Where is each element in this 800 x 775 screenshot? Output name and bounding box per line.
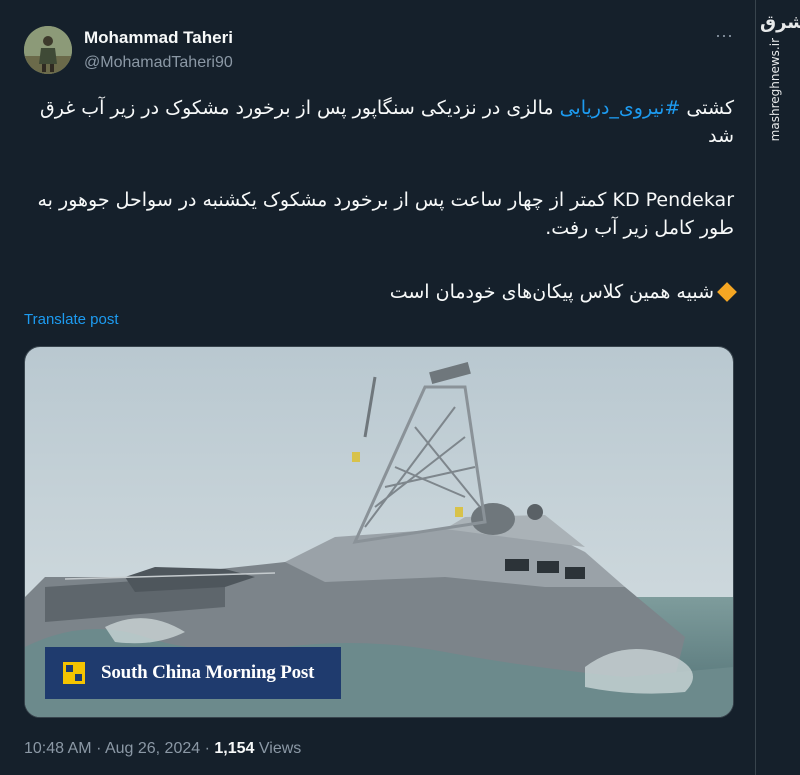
scmp-badge: South China Morning Post (45, 647, 341, 699)
tweet-paragraph-1: کشتی #نیروی_دریایی مالزی در نزدیکی سنگاپ… (24, 94, 734, 150)
scmp-logo-icon (63, 662, 85, 684)
translate-post-link[interactable]: Translate post (24, 311, 119, 328)
more-dots-icon[interactable]: ··· (710, 26, 738, 48)
hashtag-link[interactable]: #نیروی_دریایی (560, 97, 681, 119)
author-handle[interactable]: @MohamadTaheri90 (84, 54, 233, 72)
watermark-logo: مشرق (760, 12, 800, 33)
tweet-meta: 10:48 AM · Aug 26, 2024 · 1,154 Views (24, 740, 301, 758)
scmp-badge-text: South China Morning Post (101, 662, 315, 683)
orange-diamond-icon (717, 282, 737, 302)
tweet-media-image[interactable]: South China Morning Post (24, 346, 734, 718)
p3-text: شبیه همین کلاس پیکان‌های خودمان است (389, 281, 714, 303)
meta-separator-1: · (96, 740, 102, 757)
p2-text: KD Pendekar کمتر از چهار ساعت پس از برخو… (37, 189, 735, 239)
tweet-paragraph-3: شبیه همین کلاس پیکان‌های خودمان است (24, 278, 737, 306)
meta-separator-2: · (204, 740, 210, 757)
right-divider (755, 0, 756, 775)
watermark-url: mashreghnews.ir (768, 38, 782, 142)
p1-before: کشتی (680, 97, 734, 119)
post-time[interactable]: 10:48 AM (24, 740, 92, 757)
post-date[interactable]: Aug 26, 2024 (105, 740, 200, 757)
views-label: Views (258, 740, 302, 757)
mashregh-watermark: مشرق mashreghnews.ir (760, 10, 800, 141)
views-count: 1,154 (214, 740, 255, 757)
tweet-paragraph-2: KD Pendekar کمتر از چهار ساعت پس از برخو… (24, 186, 735, 242)
avatar[interactable] (24, 26, 72, 74)
author-name[interactable]: Mohammad Taheri (84, 28, 233, 48)
